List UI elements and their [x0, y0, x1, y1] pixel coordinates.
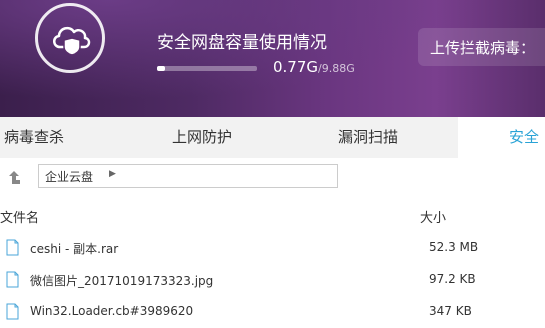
column-size[interactable]: 大小	[420, 207, 446, 226]
file-icon	[6, 303, 19, 324]
file-name: ceshi - 副本.rar	[30, 242, 119, 256]
storage-progress-fill	[157, 66, 165, 71]
file-size: 52.3 MB	[429, 240, 479, 254]
chevron-right-icon[interactable]: ▶	[109, 169, 116, 179]
file-row[interactable]: 微信图片_20171019173323.jpg 97.2 KB	[0, 264, 545, 296]
header-banner: 安全网盘容量使用情况 0.77G/9.88G 上传拦截病毒：	[0, 0, 545, 117]
file-size: 347 KB	[429, 304, 472, 318]
blocked-virus-label: 上传拦截病毒：	[430, 39, 536, 57]
file-row[interactable]: ceshi - 副本.rar 52.3 MB	[0, 232, 545, 264]
storage-usage: 0.77G/9.88G	[273, 57, 355, 76]
file-icon	[6, 271, 19, 292]
tab-virus-scan[interactable]: 病毒查杀	[4, 117, 64, 158]
storage-used: 0.77G	[273, 58, 319, 76]
file-name: 微信图片_20171019173323.jpg	[30, 274, 214, 288]
file-name: Win32.Loader.cb#3989620	[30, 304, 194, 318]
storage-title: 安全网盘容量使用情况	[157, 33, 327, 53]
tab-vulnerability-scan[interactable]: 漏洞扫描	[338, 117, 398, 158]
file-list-header: 文件名 大小	[0, 200, 545, 230]
path-bar: 企业云盘 ▶	[0, 158, 545, 200]
column-filename[interactable]: 文件名	[0, 207, 39, 226]
up-arrow-icon[interactable]	[6, 170, 22, 186]
breadcrumb-root[interactable]: 企业云盘	[45, 168, 93, 185]
file-row[interactable]: Win32.Loader.cb#3989620 347 KB	[0, 296, 545, 328]
file-size: 97.2 KB	[429, 272, 476, 286]
blocked-virus-panel[interactable]: 上传拦截病毒：	[418, 28, 545, 66]
tab-web-protection[interactable]: 上网防护	[172, 117, 232, 158]
path-breadcrumb[interactable]: 企业云盘 ▶	[38, 164, 338, 188]
storage-progress-bar	[157, 66, 257, 71]
tab-bar: 病毒查杀 上网防护 漏洞扫描 安全	[0, 117, 545, 158]
cloud-shield-icon	[35, 3, 105, 73]
file-icon	[6, 239, 19, 260]
tab-security[interactable]: 安全	[458, 117, 545, 158]
storage-total: 9.88G	[321, 62, 355, 75]
